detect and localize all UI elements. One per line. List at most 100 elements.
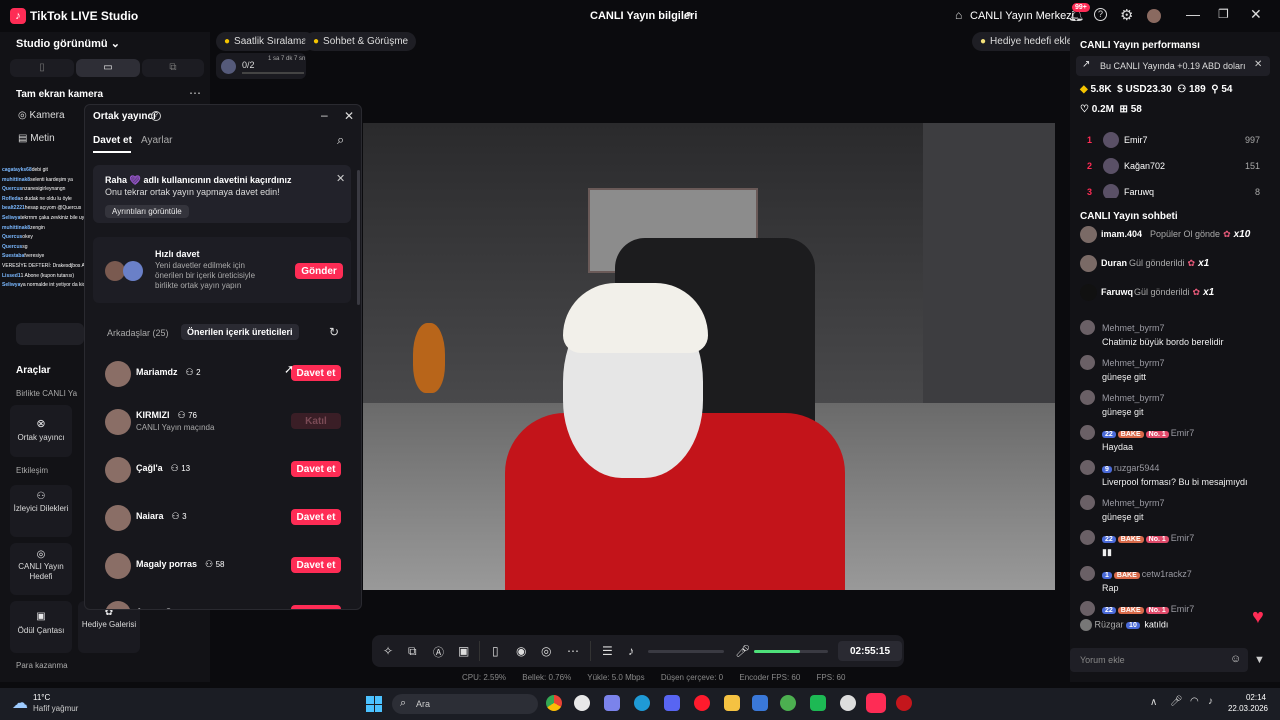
app3-icon[interactable] bbox=[840, 695, 856, 711]
close-banner-icon[interactable]: ✕ bbox=[1254, 59, 1262, 70]
app-icon[interactable] bbox=[574, 695, 590, 711]
tab-invite[interactable]: Davet et bbox=[93, 135, 132, 146]
chat-username[interactable]: Mehmet_byrm7 bbox=[1102, 498, 1165, 508]
gift-goal-pill[interactable]: ● Hediye hedefi ekle bbox=[972, 32, 1081, 51]
tab-settings[interactable]: Ayarlar bbox=[141, 135, 173, 146]
close-card-icon[interactable]: ✕ bbox=[336, 172, 345, 185]
record-icon[interactable]: ◉ bbox=[516, 644, 526, 658]
speaker-icon[interactable]: ♪ bbox=[628, 644, 634, 658]
scrollbar[interactable] bbox=[357, 170, 360, 305]
close-dialog-icon[interactable]: ✕ bbox=[344, 109, 354, 123]
more-icon[interactable]: ⋯ bbox=[189, 86, 201, 100]
chat-username[interactable]: Mehmet_byrm7 bbox=[1102, 358, 1165, 368]
tray-chevron-icon[interactable]: ∧ bbox=[1150, 697, 1157, 708]
chat-avatar[interactable] bbox=[1080, 355, 1095, 370]
chrome-icon[interactable] bbox=[546, 695, 562, 711]
gear-icon[interactable]: ⚙ bbox=[1120, 6, 1133, 24]
volume-slider[interactable] bbox=[648, 650, 724, 653]
viewer-requests-button[interactable]: ⚇ İzleyici Dilekleri bbox=[10, 485, 72, 537]
chat-avatar[interactable] bbox=[1080, 566, 1095, 581]
send-button[interactable]: Gönder bbox=[295, 263, 343, 279]
help-icon[interactable]: ? bbox=[1094, 8, 1107, 21]
source-camera[interactable]: ◎ Kamera bbox=[18, 110, 65, 121]
creator-avatar[interactable] bbox=[105, 553, 131, 579]
creator-avatar[interactable] bbox=[105, 361, 131, 387]
chat-avatar[interactable] bbox=[1080, 390, 1095, 405]
tab-friends[interactable]: Arkadaşlar (25) bbox=[107, 328, 169, 338]
chat-avatar[interactable] bbox=[1080, 320, 1095, 335]
tray-volume-icon[interactable]: ♪ bbox=[1208, 696, 1213, 707]
reward-bag-button[interactable]: ▣ Ödül Çantası bbox=[10, 601, 72, 653]
live-center-link[interactable]: CANLI Yayın Merkezi bbox=[970, 10, 1074, 22]
chat-username[interactable]: cetw1rackz7 bbox=[1142, 569, 1192, 579]
app2-icon[interactable] bbox=[810, 695, 826, 711]
chat-avatar[interactable] bbox=[1080, 495, 1095, 510]
browser-icon[interactable] bbox=[780, 695, 796, 711]
chat-username[interactable]: Emir7 bbox=[1171, 533, 1195, 543]
search-icon[interactable]: ⌕ bbox=[337, 132, 344, 148]
creator-avatar[interactable] bbox=[105, 409, 131, 435]
edge-icon[interactable] bbox=[634, 695, 650, 711]
layout-multi-button[interactable]: ⧉ bbox=[142, 59, 204, 77]
chat-avatar[interactable] bbox=[1080, 530, 1095, 545]
chat-avatar[interactable] bbox=[1080, 460, 1095, 475]
caption-icon[interactable]: ▣ bbox=[458, 644, 469, 658]
chat-avatar[interactable] bbox=[1080, 425, 1095, 440]
filter-funnel-icon[interactable]: ▼ bbox=[1254, 654, 1265, 666]
invite-button[interactable]: Davet et bbox=[291, 509, 341, 525]
invite-button[interactable]: Davet et bbox=[291, 605, 341, 609]
invite-button[interactable]: Davet et bbox=[291, 557, 341, 573]
chat-avatar[interactable] bbox=[1080, 601, 1095, 616]
chat-username[interactable]: Mehmet_byrm7 bbox=[1102, 393, 1165, 403]
ai-icon[interactable]: Ⓐ bbox=[433, 644, 444, 660]
cohost-tool-button[interactable]: ⊗ Ortak yayıncı bbox=[10, 405, 72, 457]
chat-username[interactable]: Emir7 bbox=[1171, 604, 1195, 614]
invite-button[interactable]: Davet et bbox=[291, 365, 341, 381]
minimize-icon[interactable]: — bbox=[1186, 6, 1200, 22]
hourly-ranking-pill[interactable]: ● Saatlik Sıralama bbox=[216, 32, 315, 51]
layout-portrait-button[interactable]: ▯ bbox=[10, 59, 74, 77]
filter-icon[interactable]: ⧉ bbox=[408, 644, 417, 659]
microphone-icon[interactable]: 🎤︎ bbox=[735, 644, 750, 658]
share-icon[interactable]: ↗ bbox=[682, 8, 692, 22]
emoji-icon[interactable]: ☺ bbox=[1230, 653, 1241, 665]
tray-mic-icon[interactable]: 🎤︎ bbox=[1170, 696, 1183, 707]
opera-icon[interactable] bbox=[694, 695, 710, 711]
chat-username[interactable]: ruzgar5944 bbox=[1114, 463, 1160, 473]
effects-icon[interactable]: ✧ bbox=[383, 644, 393, 658]
refresh-icon[interactable]: ↻ bbox=[329, 325, 339, 339]
ranking-row[interactable]: 3 Faruwq 8 bbox=[1076, 184, 1272, 198]
studio-view-dropdown[interactable]: Studio görünümü ⌄ bbox=[16, 37, 120, 50]
source-text[interactable]: ▤ Metin bbox=[18, 133, 55, 144]
settings-sliders-icon[interactable]: ☰ bbox=[602, 644, 613, 658]
screenshot-icon[interactable]: ◎ bbox=[541, 644, 551, 658]
scene-add-button[interactable] bbox=[16, 323, 84, 345]
view-details-button[interactable]: Ayrıntıları görüntüle bbox=[105, 205, 189, 218]
live-goal-button[interactable]: ◎ CANLI Yayın Hedefi bbox=[10, 543, 72, 595]
tab-suggested[interactable]: Önerilen içerik üreticileri bbox=[181, 324, 299, 340]
folder-icon[interactable] bbox=[724, 695, 740, 711]
app4-icon[interactable] bbox=[896, 695, 912, 711]
phone-icon[interactable]: ▯ bbox=[492, 644, 499, 658]
info-icon[interactable]: ? bbox=[151, 111, 161, 121]
tiktok-live-taskbar-icon[interactable] bbox=[866, 693, 886, 713]
chat-username[interactable]: Mehmet_byrm7 bbox=[1102, 323, 1165, 333]
ranking-row[interactable]: 1 Emir7 997 bbox=[1076, 132, 1272, 152]
ranking-row[interactable]: 2 Kağan702 151 bbox=[1076, 158, 1272, 178]
join-button[interactable]: Katıl bbox=[291, 413, 341, 429]
maximize-icon[interactable]: ❐ bbox=[1218, 7, 1229, 21]
invite-button[interactable]: Davet et bbox=[291, 461, 341, 477]
close-icon[interactable]: ✕ bbox=[1250, 6, 1262, 23]
mail-icon[interactable] bbox=[752, 695, 768, 711]
creator-avatar[interactable] bbox=[105, 457, 131, 483]
more-controls-icon[interactable]: ⋯ bbox=[567, 644, 579, 658]
chat-meet-pill[interactable]: ● Sohbet & Görüşme bbox=[305, 32, 417, 51]
creator-avatar[interactable] bbox=[105, 601, 131, 609]
discord-icon[interactable] bbox=[664, 695, 680, 711]
mic-slider[interactable] bbox=[754, 650, 828, 653]
comment-input[interactable]: Yorum ekle ☺ bbox=[1070, 648, 1248, 672]
taskbar-search[interactable]: ⌕ Ara bbox=[392, 694, 538, 714]
teams-icon[interactable] bbox=[604, 695, 620, 711]
windows-start-icon[interactable] bbox=[366, 696, 382, 712]
minimize-dialog-icon[interactable]: – bbox=[321, 108, 328, 122]
